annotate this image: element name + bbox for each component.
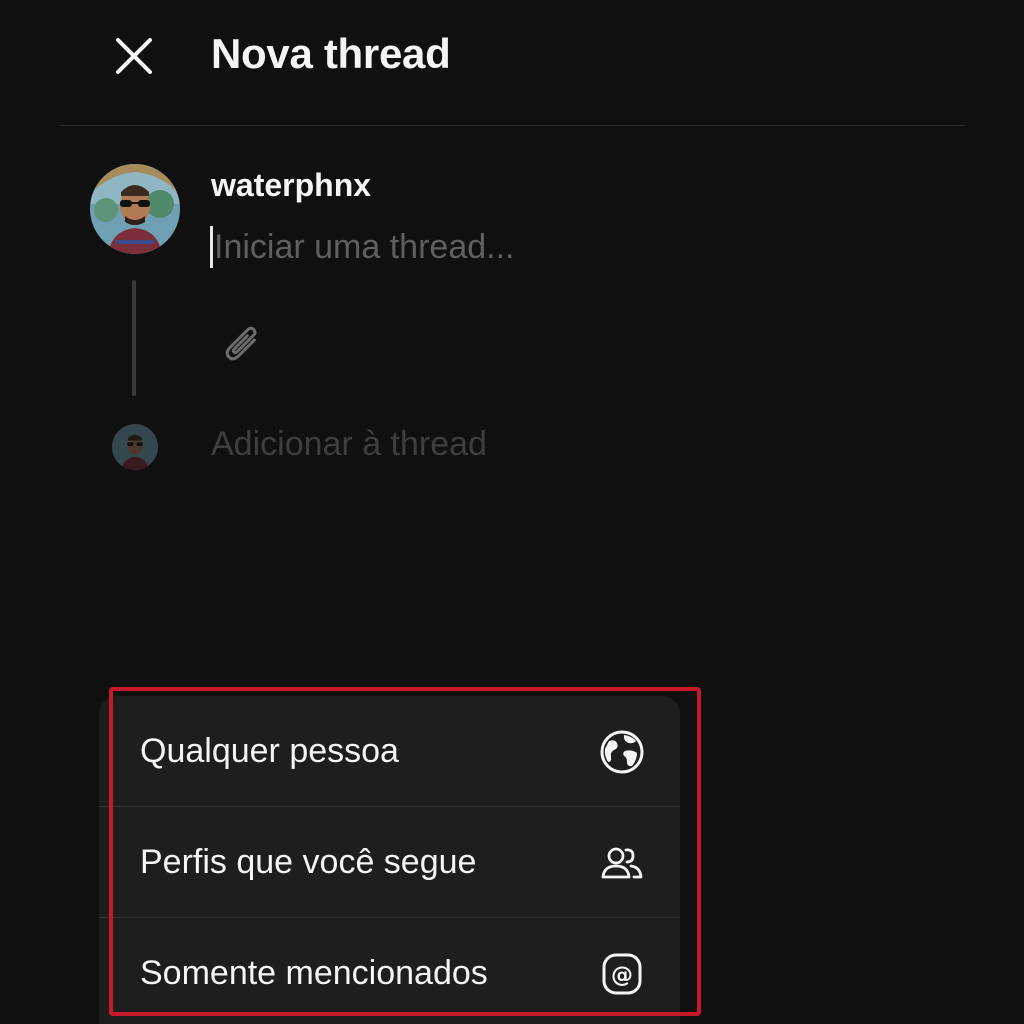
menu-item-label: Qualquer pessoa <box>140 732 399 770</box>
page-title: Nova thread <box>211 30 451 77</box>
paperclip-icon <box>225 326 257 361</box>
audience-menu: Qualquer pessoa Perfis que você segue So… <box>99 696 680 1024</box>
svg-text:@: @ <box>611 963 633 988</box>
header-divider <box>60 125 965 126</box>
thread-connector-line <box>132 280 136 396</box>
close-icon <box>116 38 152 74</box>
new-thread-screen: Nova thread waterphnx Iniciar uma thread… <box>0 0 1024 1024</box>
small-avatar <box>112 424 158 470</box>
username: waterphnx <box>211 167 372 203</box>
menu-item-label: Somente mencionados <box>140 954 488 992</box>
menu-item-following[interactable]: Perfis que você segue <box>99 807 680 918</box>
people-icon <box>598 839 646 887</box>
attach-button[interactable] <box>214 318 268 372</box>
globe-icon <box>598 728 646 776</box>
add-to-thread[interactable]: Adicionar à thread <box>211 425 487 464</box>
menu-item-label: Perfis que você segue <box>140 843 477 881</box>
close-button[interactable] <box>112 34 156 78</box>
avatar[interactable] <box>90 164 180 254</box>
thread-text-input[interactable] <box>214 222 914 272</box>
menu-item-mentioned[interactable]: Somente mencionados @ <box>99 918 680 1024</box>
text-caret <box>210 226 213 268</box>
at-sign-icon: @ <box>598 950 646 998</box>
menu-item-anyone[interactable]: Qualquer pessoa <box>99 696 680 807</box>
